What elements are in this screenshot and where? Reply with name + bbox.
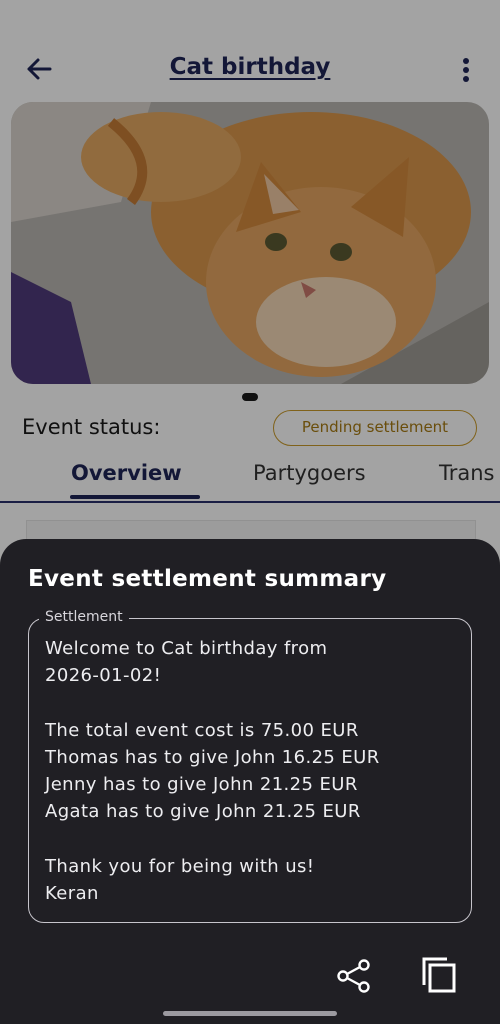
sheet-title: Event settlement summary xyxy=(28,566,387,592)
share-icon[interactable] xyxy=(334,956,374,996)
settlement-field-label: Settlement xyxy=(39,609,129,625)
settlement-bottom-sheet: Event settlement summary Settlement Welc… xyxy=(0,539,500,1024)
copy-icon[interactable] xyxy=(418,954,460,996)
settlement-summary-text[interactable]: Welcome to Cat birthday from 2026-01-02!… xyxy=(45,635,455,907)
gesture-handle xyxy=(163,1011,337,1016)
settlement-text-field[interactable]: Settlement Welcome to Cat birthday from … xyxy=(28,609,472,923)
